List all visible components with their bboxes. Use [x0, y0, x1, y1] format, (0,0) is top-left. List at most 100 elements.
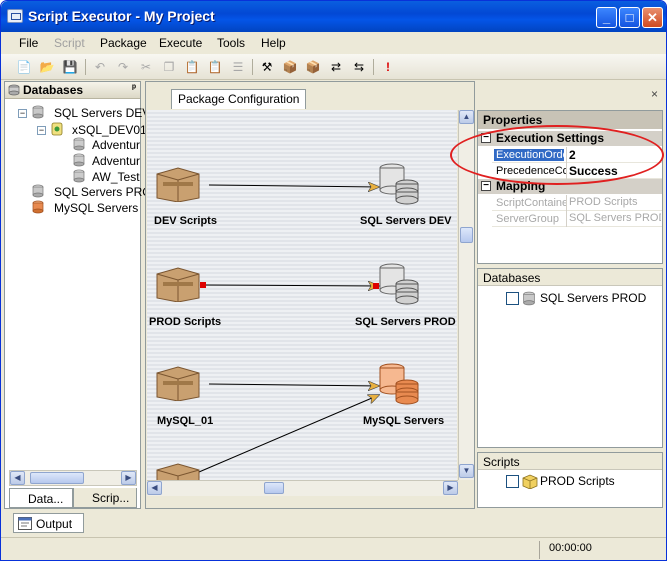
connection-mysql02 [198, 395, 379, 473]
maximize-button[interactable]: □ [619, 7, 640, 28]
cut-icon[interactable]: ✂ [137, 58, 155, 76]
tree-item-db[interactable]: Adventur [92, 154, 140, 168]
script-box-icon[interactable] [155, 460, 201, 480]
tab-package-configuration[interactable]: Package Configuration [171, 89, 307, 109]
node-label-mysql01: MySQL_01 [157, 415, 214, 427]
connection-mysql01 [208, 384, 379, 386]
databases-tree-panel: Databases ᵖ − SQL Servers DEV − xSQL_DEV… [4, 81, 160, 509]
node-label-sql-dev: SQL Servers DEV [360, 215, 452, 227]
tools-icon[interactable]: ⚒ [258, 58, 276, 76]
menu-help[interactable]: Help [261, 36, 286, 50]
databases-list-panel: Databases SQL Servers PROD [477, 268, 663, 448]
node-label-prod-scripts: PROD Scripts [149, 316, 222, 328]
database-icon [73, 169, 85, 183]
paste-icon[interactable]: 📋 [183, 58, 201, 76]
app-window: Script Executor - My Project _ □ ✕ File … [0, 0, 667, 561]
tree-item-mysql[interactable]: MySQL Servers [54, 201, 138, 215]
save-icon[interactable]: 💾 [61, 58, 79, 76]
server-group-icon [32, 105, 44, 119]
node-label-dev-scripts: DEV Scripts [154, 215, 217, 227]
list-item-sql-prod[interactable]: SQL Servers PROD [540, 291, 646, 305]
window-title: Script Executor - My Project [28, 8, 215, 24]
mysql-group-icon [32, 200, 44, 214]
script-box-icon[interactable] [155, 264, 201, 302]
property-row-server-group: ServerGroup SQL Servers PROD [492, 211, 662, 227]
scroll-thumb[interactable] [264, 482, 284, 494]
database-group-icon [8, 84, 20, 96]
script-package-icon [522, 474, 538, 489]
server-group-icon [32, 184, 44, 198]
undo-icon[interactable]: ↶ [91, 58, 109, 76]
server-icon [51, 122, 63, 136]
open-icon[interactable]: 📂 [38, 58, 56, 76]
menu-script[interactable]: Script [54, 36, 85, 50]
pin-icon[interactable]: ᵖ [132, 83, 136, 94]
execute-icon[interactable]: ! [379, 58, 397, 76]
swap-icon[interactable]: ⇄ [327, 58, 345, 76]
script-box-icon[interactable] [155, 164, 201, 202]
database-icon [73, 137, 85, 151]
mysql-server-group-icon[interactable] [375, 362, 425, 408]
package-add-icon[interactable]: 📦 [304, 58, 322, 76]
status-bar: 00:00:00 [1, 537, 666, 560]
scroll-down-icon[interactable]: ▼ [459, 464, 474, 478]
menu-tools[interactable]: Tools [217, 36, 245, 50]
canvas-horizontal-scrollbar[interactable]: ◀ ▶ [147, 480, 458, 496]
connection-dev [208, 185, 379, 187]
node-label-mysql-servers: MySQL Servers [363, 415, 445, 427]
scroll-right-icon[interactable]: ▶ [443, 481, 458, 495]
tree-item-db[interactable]: AW_Test [92, 170, 140, 184]
scroll-left-icon[interactable]: ◀ [147, 481, 162, 495]
title-bar: Script Executor - My Project _ □ ✕ [1, 1, 666, 32]
toolbar: 📄 📂 💾 ↶ ↷ ✂ ❐ 📋 📋 ☰ ⚒ 📦 📦 ⇄ ⇆ ! [1, 54, 666, 80]
menu-execute[interactable]: Execute [159, 36, 202, 50]
connection-prod [202, 285, 379, 286]
database-icon [73, 153, 85, 167]
panel-title: Scripts [478, 453, 662, 470]
script-box-icon[interactable] [155, 363, 201, 401]
close-doc-icon[interactable]: × [651, 87, 658, 101]
menu-bar: File Script Package Execute Tools Help [1, 32, 666, 54]
tab-scripts[interactable]: Scrip... [73, 488, 137, 508]
tree-item-sql-dev[interactable]: SQL Servers DEV [54, 106, 150, 120]
scroll-thumb[interactable] [460, 227, 473, 243]
scroll-left-icon[interactable]: ◀ [10, 471, 25, 485]
tree-horizontal-scrollbar[interactable]: ◀ ▶ [9, 470, 137, 486]
scripts-list-panel: Scripts PROD Scripts [477, 452, 663, 508]
tree-item-db[interactable]: Adventur [92, 138, 140, 152]
collapse-icon[interactable]: − [37, 126, 46, 135]
paste-special-icon[interactable]: 📋 [206, 58, 224, 76]
collapse-icon[interactable]: − [18, 109, 27, 118]
minimize-button[interactable]: _ [596, 7, 617, 28]
scroll-right-icon[interactable]: ▶ [121, 471, 136, 485]
menu-package[interactable]: Package [100, 36, 147, 50]
checkbox-sql-prod[interactable] [506, 292, 519, 305]
sql-server-group-icon[interactable] [375, 162, 425, 208]
close-button[interactable]: ✕ [642, 7, 663, 28]
package-icon[interactable]: 📦 [281, 58, 299, 76]
list-item-prod-scripts[interactable]: PROD Scripts [540, 474, 615, 488]
package-canvas[interactable]: DEV Scripts PROD Scripts MySQL_01 SQL Se… [147, 110, 457, 480]
highlight-oval [450, 125, 664, 185]
menu-file[interactable]: File [19, 36, 38, 50]
redo-icon[interactable]: ↷ [114, 58, 132, 76]
server-group-icon [523, 291, 535, 306]
tab-output[interactable]: Output [13, 513, 84, 533]
copy-icon[interactable]: ❐ [160, 58, 178, 76]
scroll-thumb[interactable] [30, 472, 84, 484]
tab-databases[interactable]: Data... [9, 488, 73, 508]
property-row-script-container: ScriptContainer PROD Scripts [492, 195, 662, 211]
connect-icon[interactable]: ⇆ [350, 58, 368, 76]
timer-text: 00:00:00 [549, 542, 592, 554]
properties-icon[interactable]: ☰ [229, 58, 247, 76]
package-configuration-panel: Package Configuration DEV Scripts PROD S… [145, 81, 475, 509]
node-label-sql-prod: SQL Servers PROD [355, 316, 456, 328]
scroll-up-icon[interactable]: ▲ [459, 110, 474, 124]
checkbox-prod-scripts[interactable] [506, 475, 519, 488]
new-icon[interactable]: 📄 [15, 58, 33, 76]
panel-title: Databases [23, 83, 84, 97]
tree-item-server[interactable]: xSQL_DEV01 [72, 123, 147, 137]
sql-server-group-icon[interactable] [375, 262, 425, 308]
panel-header: Databases ᵖ [5, 82, 140, 99]
panel-title: Databases [478, 269, 662, 286]
